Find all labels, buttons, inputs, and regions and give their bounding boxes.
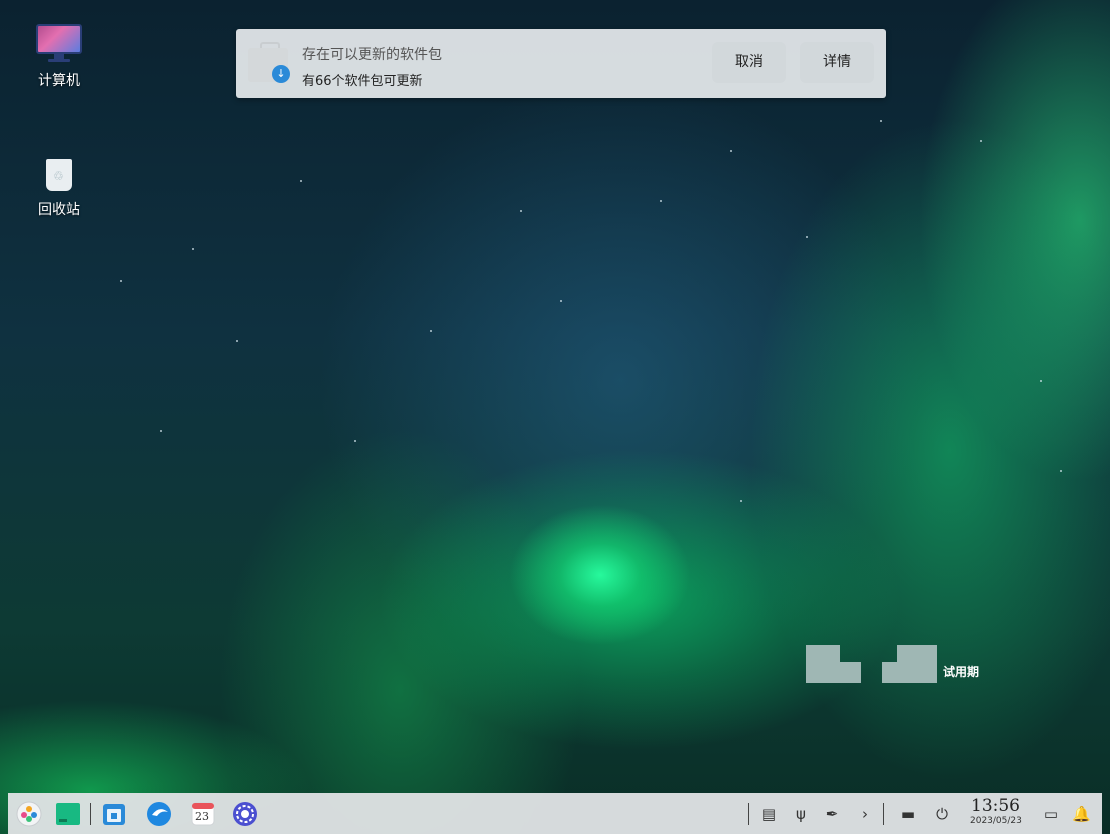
- keyboard-icon[interactable]: ▤: [760, 805, 778, 823]
- desktop-icon-computer[interactable]: 计算机: [24, 24, 94, 90]
- tray-divider: [883, 803, 884, 825]
- tray-divider: [748, 803, 749, 825]
- desktop-icon-label: 计算机: [38, 73, 80, 89]
- desktop-icon-trash[interactable]: ♲ 回收站: [24, 155, 94, 219]
- calendar-icon[interactable]: 23: [190, 801, 216, 827]
- update-notification[interactable]: ↓ 存在可以更新的软件包 有66个软件包可更新 取消 详情: [236, 29, 886, 98]
- trash-icon: ♲: [44, 155, 74, 191]
- calendar-day: 23: [195, 810, 209, 823]
- notification-body: 有66个软件包可更新: [302, 74, 423, 89]
- file-manager-icon[interactable]: [101, 801, 127, 827]
- taskbar-divider: [90, 803, 91, 825]
- multitask-view-icon[interactable]: [55, 801, 81, 827]
- pen-icon[interactable]: ✒: [823, 805, 841, 823]
- clock-date[interactable]: 2023/05/23: [970, 816, 1022, 826]
- computer-icon: [36, 24, 82, 62]
- cancel-button[interactable]: 取消: [712, 42, 786, 83]
- taskbar: 23 ▤ ψ ✒ › ▬ ⏻ 13:56 2023/05/23 ▭ 🔔: [8, 793, 1102, 834]
- power-icon[interactable]: ⏻: [933, 805, 951, 823]
- clock-time[interactable]: 13:56: [971, 796, 1020, 816]
- notification-bell-icon[interactable]: 🔔: [1072, 805, 1091, 823]
- details-button[interactable]: 详情: [800, 42, 874, 83]
- expand-tray-icon[interactable]: ›: [856, 805, 874, 823]
- usb-icon[interactable]: ψ: [792, 805, 810, 823]
- launcher-icon[interactable]: [16, 801, 42, 827]
- screen-icon[interactable]: ▬: [899, 805, 917, 823]
- trash-tray-icon[interactable]: ▭: [1042, 805, 1060, 823]
- trial-label: 试用期: [943, 665, 980, 679]
- package-update-icon: ↓: [246, 40, 290, 84]
- settings-icon[interactable]: [232, 801, 258, 827]
- browser-icon[interactable]: [146, 801, 172, 827]
- desktop-icon-label: 回收站: [38, 202, 80, 218]
- notification-title: 存在可以更新的软件包: [302, 47, 442, 63]
